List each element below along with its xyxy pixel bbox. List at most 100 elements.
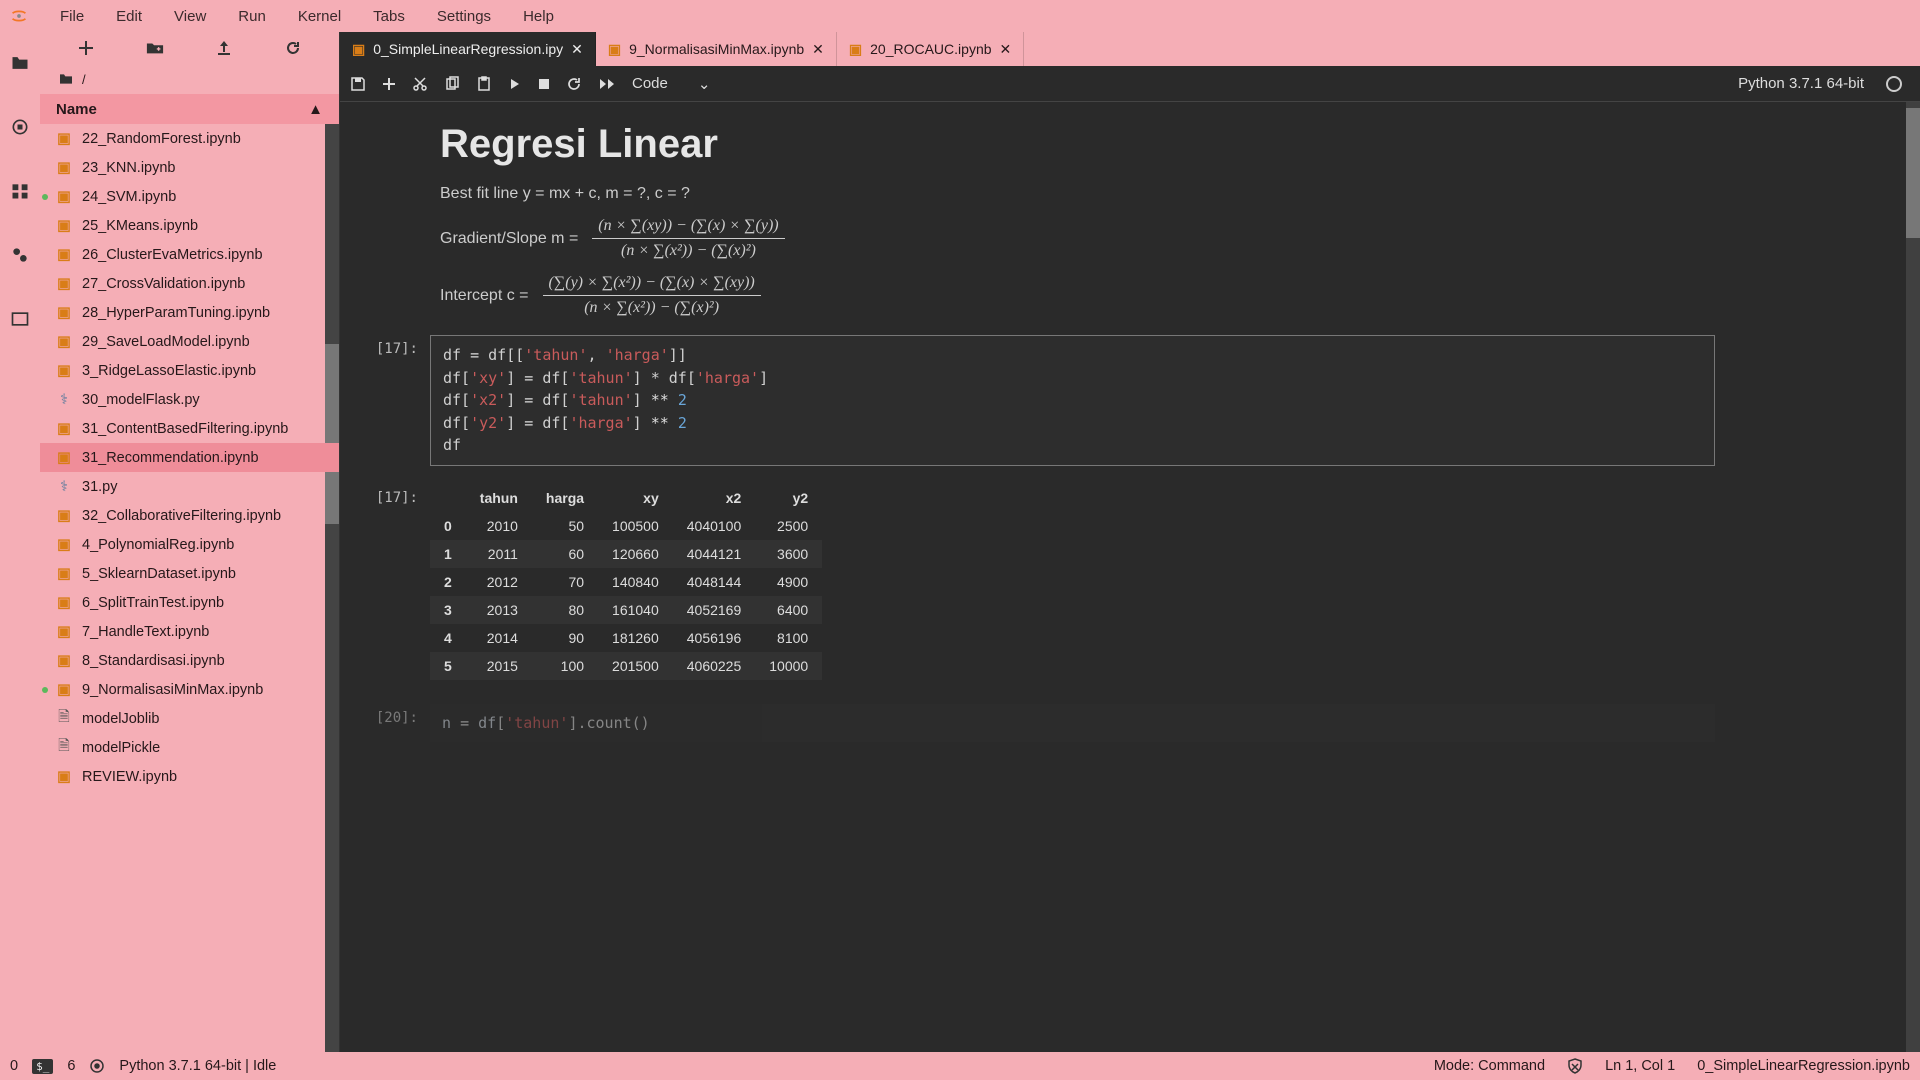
menu-file[interactable]: File [44, 2, 100, 31]
notebook-icon: ▣ [56, 276, 72, 292]
file-name: REVIEW.ipynb [82, 769, 177, 785]
file-item[interactable]: ▣25_KMeans.ipynb [40, 211, 339, 240]
menu-tabs[interactable]: Tabs [357, 2, 421, 31]
file-item[interactable]: ▣ 3_RidgeLassoElastic.ipynb [40, 356, 339, 385]
file-name: 4_PolynomialReg.ipynb [82, 537, 234, 553]
settings-icon[interactable] [9, 244, 31, 266]
file-item[interactable]: ▣24_SVM.ipynb [40, 182, 339, 211]
run-icon[interactable] [508, 77, 522, 91]
file-item[interactable]: ▣ 28_HyperParamTuning.ipynb [40, 298, 339, 327]
file-item[interactable]: 🗎modelPickle [40, 733, 339, 762]
file-name: 32_CollaborativeFiltering.ipynb [82, 508, 281, 524]
paste-icon[interactable] [476, 76, 492, 92]
file-item[interactable]: ▣8_Standardisasi.ipynb [40, 646, 339, 675]
status-mode[interactable]: Mode: Command [1434, 1058, 1545, 1074]
tab[interactable]: ▣0_SimpleLinearRegression.ipy✕ [340, 32, 596, 66]
file-item[interactable]: ▣7_HandleText.ipynb [40, 617, 339, 646]
stop-icon[interactable] [538, 78, 550, 90]
kernel-name[interactable]: Python 3.7.1 64-bit [1738, 75, 1864, 92]
refresh-icon[interactable] [283, 38, 303, 58]
file-name: 30_modelFlask.py [82, 392, 200, 408]
breadcrumb[interactable]: / [40, 64, 339, 94]
menu-kernel[interactable]: Kernel [282, 2, 357, 31]
notebook-body[interactable]: Regresi Linear Best fit line y = mx + c,… [340, 102, 1920, 1052]
file-name: 3_RidgeLassoElastic.ipynb [82, 363, 256, 379]
file-item[interactable]: ▣27_CrossValidation.ipynb [40, 269, 339, 298]
menu-help[interactable]: Help [507, 2, 570, 31]
status-terminals-count[interactable]: 6 [67, 1058, 75, 1074]
close-icon[interactable]: ✕ [571, 41, 583, 58]
file-item[interactable]: ⚕30_modelFlask.py [40, 385, 339, 414]
copy-icon[interactable] [444, 76, 460, 92]
run-all-icon[interactable] [598, 77, 616, 91]
menu-view[interactable]: View [158, 2, 222, 31]
notebook-icon: ▣ [849, 41, 862, 58]
status-file[interactable]: 0_SimpleLinearRegression.ipynb [1697, 1058, 1910, 1074]
file-item[interactable]: ▣26_ClusterEvaMetrics.ipynb [40, 240, 339, 269]
cell-type-select[interactable]: Code ⌄ [632, 75, 710, 93]
upload-icon[interactable] [214, 38, 234, 58]
file-item[interactable]: ▣22_RandomForest.ipynb [40, 124, 339, 153]
status-bar: 0 $_ 6 Python 3.7.1 64-bit | Idle Mode: … [0, 1052, 1920, 1080]
close-icon[interactable]: ✕ [812, 41, 824, 58]
notebook-scrollbar-track[interactable] [1906, 102, 1920, 1052]
file-item[interactable]: ▣32_CollaborativeFiltering.ipynb [40, 501, 339, 530]
trust-icon[interactable] [1567, 1058, 1583, 1074]
file-item[interactable]: ▣31_Recommendation.ipynb [40, 443, 339, 472]
file-item[interactable]: 🗎modelJoblib [40, 704, 339, 733]
commands-icon[interactable] [9, 180, 31, 202]
next-code-cell[interactable]: [20]: n = df['tahun'].count() [350, 704, 1880, 743]
file-list[interactable]: ▣22_RandomForest.ipynb▣23_KNN.ipynb▣24_S… [40, 124, 339, 1052]
new-folder-icon[interactable] [145, 38, 165, 58]
file-name: 28_HyperParamTuning.ipynb [82, 305, 270, 321]
menu-run[interactable]: Run [222, 2, 282, 31]
tabs-icon[interactable] [9, 308, 31, 330]
file-item[interactable]: ▣5_SklearnDataset.ipynb [40, 559, 339, 588]
code-editor[interactable]: df = df[['tahun', 'harga']] df['xy'] = d… [430, 335, 1715, 466]
close-icon[interactable]: ✕ [1000, 41, 1012, 58]
add-cell-icon[interactable] [382, 77, 396, 91]
file-item[interactable]: ▣29_SaveLoadModel.ipynb [40, 327, 339, 356]
cut-icon[interactable] [412, 76, 428, 92]
name-column-label: Name [56, 101, 97, 118]
status-left-num[interactable]: 0 [10, 1058, 18, 1074]
folder-icon[interactable] [9, 52, 31, 74]
gradient-denominator: (n × ∑(x²)) − (∑(x)²) [615, 239, 762, 260]
file-name: 29_SaveLoadModel.ipynb [82, 334, 250, 350]
table-header: y2 [755, 484, 822, 512]
menu-edit[interactable]: Edit [100, 2, 158, 31]
notebook-icon: ▣ [56, 305, 72, 321]
file-item[interactable]: ▣4_PolynomialReg.ipynb [40, 530, 339, 559]
tab[interactable]: ▣20_ROCAUC.ipynb✕ [837, 32, 1024, 66]
activity-bar [0, 32, 40, 1052]
menu-settings[interactable]: Settings [421, 2, 507, 31]
new-launcher-icon[interactable] [76, 38, 96, 58]
status-cursor[interactable]: Ln 1, Col 1 [1605, 1058, 1675, 1074]
terminal-icon[interactable]: $_ [32, 1059, 53, 1074]
sort-indicator-icon: ▲ [308, 101, 323, 118]
file-item[interactable]: ⚕31.py [40, 472, 339, 501]
save-icon[interactable] [350, 76, 366, 92]
file-item[interactable]: ▣9_NormalisasiMinMax.ipynb [40, 675, 339, 704]
file-item[interactable]: ▣REVIEW.ipynb [40, 762, 339, 791]
file-item[interactable]: ▣31_ContentBasedFiltering.ipynb [40, 414, 339, 443]
file-item[interactable]: ▣23_KNN.ipynb [40, 153, 339, 182]
status-kernel[interactable]: Python 3.7.1 64-bit | Idle [119, 1058, 276, 1074]
notebook-icon: ▣ [56, 682, 72, 698]
notebook-icon: ▣ [56, 131, 72, 147]
notebook-scrollbar-thumb[interactable] [1906, 108, 1920, 238]
file-item[interactable]: ▣6_SplitTrainTest.ipynb [40, 588, 339, 617]
notebook-icon: ▣ [56, 363, 72, 379]
file-list-header[interactable]: Name ▲ [40, 94, 339, 124]
tab[interactable]: ▣9_NormalisasiMinMax.ipynb✕ [596, 32, 837, 66]
code-editor[interactable]: n = df['tahun'].count() [430, 704, 1715, 743]
code-cell[interactable]: [17]: df = df[['tahun', 'harga']] df['xy… [350, 335, 1880, 466]
notebook-toolbar: Code ⌄ Python 3.7.1 64-bit [340, 66, 1920, 102]
tab-strip: ▣0_SimpleLinearRegression.ipy✕▣9_Normali… [340, 32, 1920, 66]
lsp-icon[interactable] [89, 1058, 105, 1074]
markdown-heading: Regresi Linear [440, 122, 1880, 167]
file-name: 7_HandleText.ipynb [82, 624, 209, 640]
kernel-status-icon[interactable] [1886, 76, 1902, 92]
running-icon[interactable] [9, 116, 31, 138]
restart-icon[interactable] [566, 76, 582, 92]
